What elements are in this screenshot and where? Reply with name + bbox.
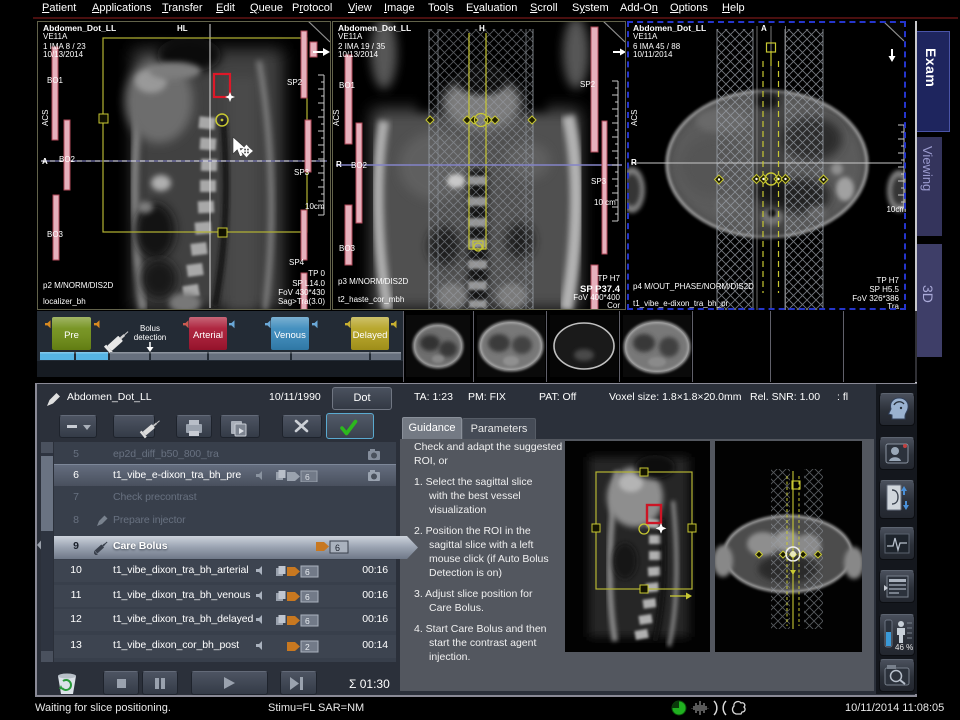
svg-text:6: 6 (305, 592, 310, 602)
svg-text:Arterial: Arterial (193, 330, 223, 341)
svg-text:Delayed: Delayed (353, 330, 388, 341)
svg-text:detection: detection (134, 333, 166, 342)
svg-text:46 %: 46 % (895, 643, 913, 652)
svg-text:2: 2 (305, 642, 310, 652)
svg-text:Pre: Pre (64, 330, 79, 341)
svg-text:Bolus: Bolus (140, 324, 160, 333)
svg-text:6: 6 (305, 567, 310, 577)
svg-text:Venous: Venous (274, 330, 306, 341)
svg-text:6: 6 (305, 472, 310, 482)
svg-text:6: 6 (335, 543, 340, 553)
svg-text:6: 6 (305, 616, 310, 626)
